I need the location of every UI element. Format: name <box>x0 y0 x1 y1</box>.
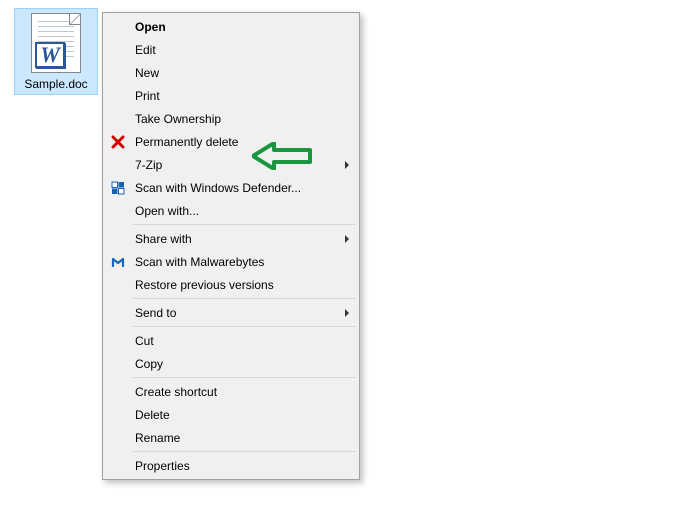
menu-label: Properties <box>135 459 190 473</box>
malwarebytes-icon <box>110 254 126 270</box>
menu-label: 7-Zip <box>135 158 162 172</box>
menu-scan-defender[interactable]: Scan with Windows Defender... <box>105 176 357 199</box>
delete-x-icon <box>110 134 126 150</box>
chevron-right-icon <box>345 309 349 317</box>
menu-label: Open <box>135 20 166 34</box>
menu-restore-versions[interactable]: Restore previous versions <box>105 273 357 296</box>
menu-label: Create shortcut <box>135 385 217 399</box>
menu-new[interactable]: New <box>105 61 357 84</box>
menu-label: Take Ownership <box>135 112 221 126</box>
menu-open-with[interactable]: Open with... <box>105 199 357 222</box>
word-w-icon: W <box>35 42 65 68</box>
menu-label: New <box>135 66 159 80</box>
menu-label: Scan with Malwarebytes <box>135 255 264 269</box>
menu-send-to[interactable]: Send to <box>105 301 357 324</box>
menu-label: Print <box>135 89 160 103</box>
menu-open[interactable]: Open <box>105 15 357 38</box>
menu-permanently-delete[interactable]: Permanently delete <box>105 130 357 153</box>
menu-create-shortcut[interactable]: Create shortcut <box>105 380 357 403</box>
menu-label: Cut <box>135 334 154 348</box>
menu-properties[interactable]: Properties <box>105 454 357 477</box>
menu-separator <box>133 298 356 299</box>
menu-take-ownership[interactable]: Take Ownership <box>105 107 357 130</box>
menu-label: Open with... <box>135 204 199 218</box>
menu-separator <box>133 377 356 378</box>
menu-share-with[interactable]: Share with <box>105 227 357 250</box>
menu-copy[interactable]: Copy <box>105 352 357 375</box>
menu-rename[interactable]: Rename <box>105 426 357 449</box>
menu-scan-malwarebytes[interactable]: Scan with Malwarebytes <box>105 250 357 273</box>
chevron-right-icon <box>345 161 349 169</box>
menu-label: Scan with Windows Defender... <box>135 181 301 195</box>
menu-label: Rename <box>135 431 180 445</box>
word-doc-icon: W <box>31 13 81 73</box>
menu-delete[interactable]: Delete <box>105 403 357 426</box>
menu-edit[interactable]: Edit <box>105 38 357 61</box>
defender-shield-icon <box>110 180 126 196</box>
menu-label: Copy <box>135 357 163 371</box>
menu-separator <box>133 326 356 327</box>
file-desktop-icon[interactable]: W Sample.doc <box>14 8 98 95</box>
file-name-label: Sample.doc <box>17 77 95 91</box>
chevron-right-icon <box>345 235 349 243</box>
menu-label: Restore previous versions <box>135 278 274 292</box>
menu-print[interactable]: Print <box>105 84 357 107</box>
menu-cut[interactable]: Cut <box>105 329 357 352</box>
menu-label: Send to <box>135 306 176 320</box>
context-menu: Open Edit New Print Take Ownership Perma… <box>102 12 360 480</box>
menu-label: Edit <box>135 43 156 57</box>
menu-7zip[interactable]: 7-Zip <box>105 153 357 176</box>
menu-label: Share with <box>135 232 192 246</box>
menu-separator <box>133 451 356 452</box>
menu-label: Permanently delete <box>135 135 238 149</box>
menu-label: Delete <box>135 408 170 422</box>
menu-separator <box>133 224 356 225</box>
